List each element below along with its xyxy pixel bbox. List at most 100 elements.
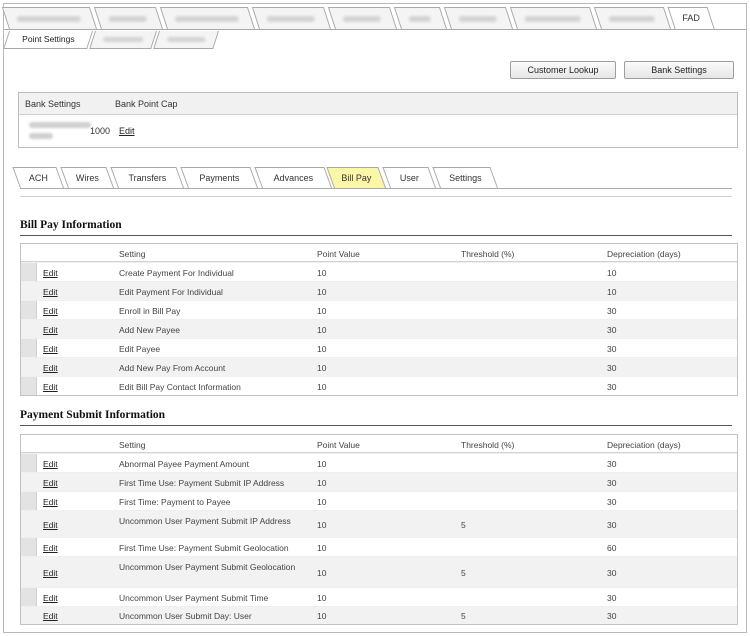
top-tab-blurred[interactable]: [593, 7, 671, 29]
depreciation-value: 30: [607, 568, 617, 578]
column-point-value: Point Value: [317, 440, 360, 450]
column-point-value: Point Value: [317, 249, 360, 259]
sub-tab-blurred[interactable]: [153, 31, 219, 49]
top-tab-blurred[interactable]: [443, 7, 513, 29]
top-tab-blurred[interactable]: [327, 7, 397, 29]
edit-link[interactable]: Edit: [43, 520, 58, 530]
edit-link[interactable]: Edit: [43, 306, 58, 316]
table-row: Edit Add New Pay From Account 10 30: [21, 357, 737, 376]
point-value: 10: [317, 543, 327, 553]
column-setting: Setting: [119, 440, 146, 450]
edit-link[interactable]: Edit: [43, 287, 58, 297]
tab-fad[interactable]: FAD: [667, 7, 715, 30]
sub-tab-blurred[interactable]: [89, 31, 157, 49]
top-tab-blurred[interactable]: [93, 7, 163, 29]
setting-name: Uncommon User Payment Submit Time: [119, 593, 269, 603]
tab-point-settings-label: Point Settings: [22, 34, 75, 44]
depreciation-value: 30: [607, 363, 617, 373]
tab-ach[interactable]: ACH: [12, 167, 64, 188]
depreciation-value: 10: [607, 268, 617, 278]
edit-link[interactable]: Edit: [43, 363, 58, 373]
bank-point-cap-header: Bank Point Cap: [115, 99, 178, 109]
tab-wires-label: Wires: [75, 173, 99, 183]
tab-advances[interactable]: Advances: [254, 167, 332, 188]
tab-ach-label: ACH: [28, 173, 48, 183]
tab-point-settings[interactable]: Point Settings: [3, 31, 94, 49]
edit-link[interactable]: Edit: [43, 497, 58, 507]
bank-settings-button[interactable]: Bank Settings: [624, 61, 734, 79]
tab-advances-label: Advances: [273, 173, 314, 183]
tab-payments[interactable]: Payments: [180, 167, 258, 188]
setting-name: First Time: Payment to Payee: [119, 497, 231, 507]
top-tab-blurred[interactable]: [509, 7, 597, 29]
top-tab-blurred[interactable]: [159, 7, 255, 29]
depreciation-value: 30: [607, 593, 617, 603]
category-tab-divider: [20, 196, 732, 197]
edit-link[interactable]: Edit: [43, 325, 58, 335]
top-tab-bar: FAD: [1, 7, 749, 30]
setting-name: Edit Bill Pay Contact Information: [119, 382, 241, 392]
depreciation-value: 10: [607, 287, 617, 297]
tab-user-label: User: [399, 173, 419, 183]
depreciation-value: 30: [607, 478, 617, 488]
edit-link[interactable]: Edit: [43, 344, 58, 354]
tab-transfers[interactable]: Transfers: [110, 167, 184, 188]
bill-pay-section-title: Bill Pay Information: [20, 219, 122, 231]
bank-settings-header: Bank Settings: [25, 99, 81, 109]
setting-name: Add New Payee: [119, 325, 180, 335]
tab-fad-label: FAD: [682, 13, 700, 23]
point-value: 10: [317, 268, 327, 278]
tab-transfers-label: Transfers: [128, 173, 167, 183]
column-depreciation: Depreciation (days): [607, 440, 681, 450]
settings-window: FAD Point Settings Customer Lookup Bank …: [1, 3, 749, 633]
edit-link[interactable]: Edit: [43, 478, 58, 488]
edit-link[interactable]: Edit: [43, 382, 58, 392]
table-row: Edit Edit Bill Pay Contact Information 10 3…: [21, 376, 737, 395]
tab-settings[interactable]: Settings: [432, 167, 498, 188]
depreciation-value: 30: [607, 325, 617, 335]
edit-link[interactable]: Edit: [43, 543, 58, 553]
point-value: 10: [317, 478, 327, 488]
top-tab-blurred[interactable]: [1, 7, 97, 29]
table-row: Edit Create Payment For Individual 10 10: [21, 262, 737, 281]
bank-table-header: Bank Settings Bank Point Cap: [19, 93, 737, 115]
setting-name: First Time Use: Payment Submit IP Addres…: [119, 478, 285, 488]
table-row: Edit Edit Payment For Individual 10 10: [21, 281, 737, 300]
point-value: 10: [317, 287, 327, 297]
setting-name: Abnormal Payee Payment Amount: [119, 459, 249, 469]
bank-row: 1000 Edit: [19, 115, 737, 148]
bill-pay-table: Setting Point Value Threshold (%) Deprec…: [20, 243, 738, 396]
edit-link[interactable]: Edit: [43, 268, 58, 278]
table-row: Edit Edit Payee 10 30: [21, 338, 737, 357]
tab-user[interactable]: User: [382, 167, 436, 188]
table-row: Edit First Time: Payment to Payee 10 30: [21, 491, 737, 510]
depreciation-value: 60: [607, 543, 617, 553]
setting-name: Create Payment For Individual: [119, 268, 234, 278]
customer-lookup-button[interactable]: Customer Lookup: [510, 61, 616, 79]
edit-link[interactable]: Edit: [43, 568, 58, 578]
point-value: 10: [317, 306, 327, 316]
threshold-value: 5: [461, 520, 466, 530]
edit-link[interactable]: Edit: [43, 459, 58, 469]
bank-point-cap-table: Bank Settings Bank Point Cap 1000 Edit: [18, 92, 738, 148]
setting-name: Edit Payment For Individual: [119, 287, 223, 297]
table-row: Edit Uncommon User Payment Submit Time 10 3…: [21, 587, 737, 606]
edit-link[interactable]: Edit: [43, 611, 58, 621]
tab-bill-pay[interactable]: Bill Pay: [326, 167, 386, 188]
tab-payments-label: Payments: [199, 173, 240, 183]
edit-point-cap-link[interactable]: Edit: [119, 126, 135, 136]
column-threshold: Threshold (%): [461, 249, 515, 259]
point-value: 10: [317, 593, 327, 603]
edit-link[interactable]: Edit: [43, 593, 58, 603]
table-row: Edit Uncommon User Submit Day: User 10 5 30: [21, 606, 737, 624]
payment-submit-table-header: Setting Point Value Threshold (%) Deprec…: [21, 435, 737, 453]
bill-pay-table-header: Setting Point Value Threshold (%) Deprec…: [21, 244, 737, 262]
tab-wires[interactable]: Wires: [60, 167, 114, 188]
table-row: Edit First Time Use: Payment Submit IP Ad…: [21, 472, 737, 491]
table-row: Edit Uncommon User Payment Submit IP Addr…: [21, 510, 737, 537]
tab-bill-pay-label: Bill Pay: [341, 173, 372, 183]
top-tab-blurred[interactable]: [251, 7, 331, 29]
redacted-bank-name: [29, 122, 91, 128]
top-tab-blurred[interactable]: [393, 7, 447, 29]
column-depreciation: Depreciation (days): [607, 249, 681, 259]
